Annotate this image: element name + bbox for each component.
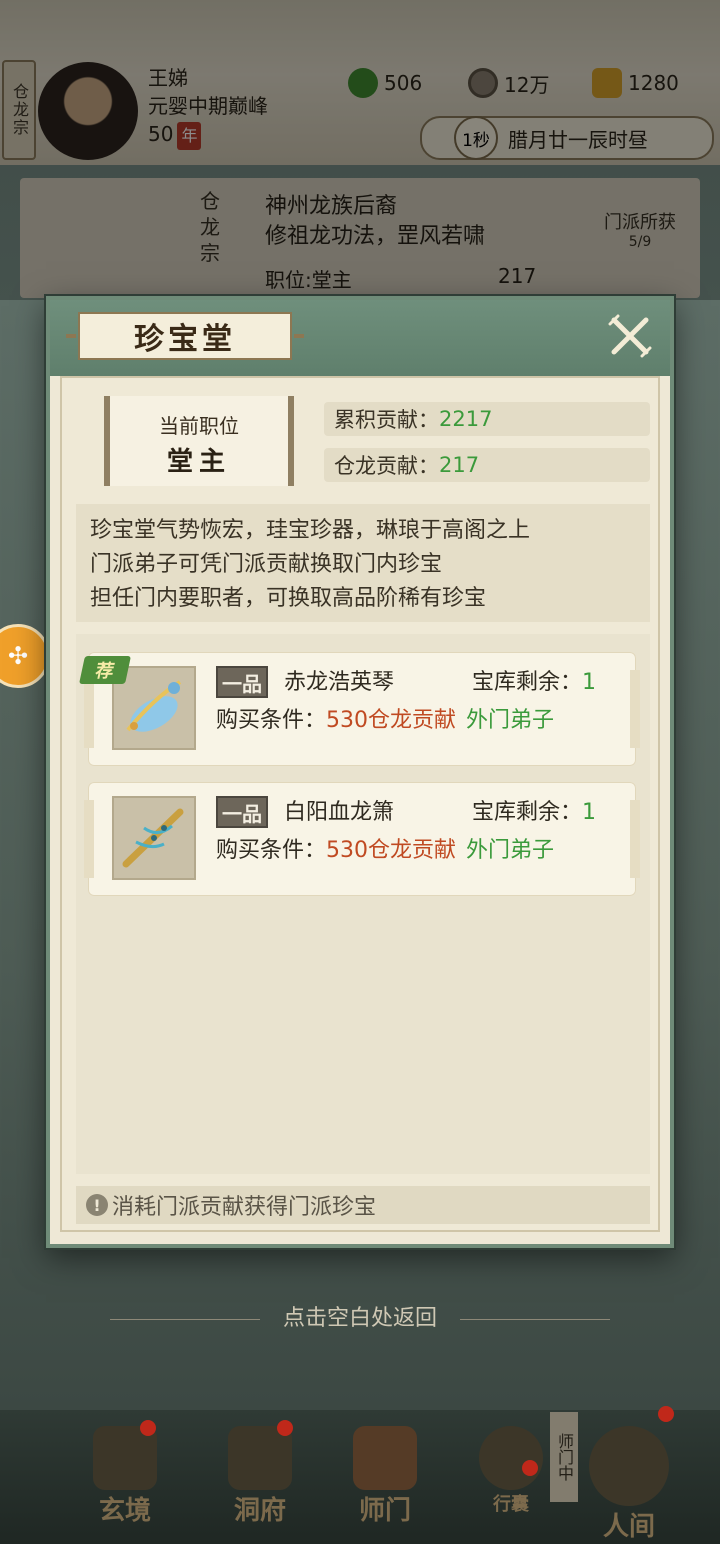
treasure-item[interactable]: 一品 白阳血龙箫 宝库剩余：1 购买条件：530仓龙贡献 外门弟子	[84, 782, 640, 896]
qin-instrument-icon	[126, 680, 182, 732]
game-date: 腊月廿一辰时昼	[508, 127, 648, 152]
sect-gain-count: 5/9	[628, 234, 652, 250]
sect-line-1: 神州龙族后裔	[265, 194, 398, 219]
resource-coin-value: 12万	[504, 72, 550, 97]
description-line-3: 担任门内要职者，可换取高品阶稀有珍宝	[90, 586, 487, 611]
treasure-item[interactable]: 荐 一品 赤龙浩英琴 宝库剩余：1 购买条件：530仓龙贡献 外门弟子	[79, 652, 640, 766]
player-avatar[interactable]	[38, 62, 138, 160]
stat-sect-label: 仓龙贡献：	[334, 454, 439, 478]
description-line-2: 门派弟子可凭门派贡献换取门内珍宝	[90, 552, 443, 577]
item-condition: 购买条件：530仓龙贡献 外门弟子	[216, 832, 554, 864]
player-name: 王娣	[148, 66, 188, 90]
current-position-plaque: 当前职位 堂主	[104, 396, 294, 486]
bottom-nav: 玄境 洞府 师门 行囊 人间	[0, 1406, 720, 1544]
condition-label: 购买条件：	[216, 838, 327, 863]
close-button[interactable]	[604, 310, 656, 362]
stock-label: 宝库剩余：	[472, 800, 583, 825]
landscape-icon	[589, 1426, 669, 1506]
sect-currency: 217	[498, 264, 537, 288]
exclamation-icon: !	[86, 1194, 108, 1216]
hall-description: 珍宝堂气势恢宏，珪宝珍器，琳琅于高阁之上 门派弟子可凭门派贡献换取门内珍宝 担任…	[76, 504, 650, 622]
resource-ingot[interactable]: 1280	[592, 68, 679, 98]
nav-renjian-label: 人间	[602, 1512, 655, 1542]
sect-line-2: 修祖龙功法，罡风若啸	[265, 224, 486, 249]
time-bar[interactable]: 1秒 腊月廿一辰时昼	[420, 116, 714, 160]
condition-rank: 外门弟子	[466, 708, 555, 733]
nav-shimen[interactable]: 师门	[330, 1420, 440, 1530]
stock-label: 宝库剩余：	[472, 670, 583, 695]
gamepad-icon: ✣	[7, 642, 29, 670]
sect-info-card: 仓龙宗 神州龙族后裔 修祖龙功法，罡风若啸 门派所获 5/9 职位:堂主 217	[20, 178, 700, 298]
sect-gain[interactable]: 门派所获 5/9	[604, 208, 676, 250]
item-condition: 购买条件：530仓龙贡献 外门弟子	[216, 702, 554, 734]
stock-value: 1	[582, 800, 597, 825]
condition-label: 购买条件：	[216, 708, 327, 733]
return-hint-text: 点击空白处返回	[282, 1306, 437, 1331]
nav-xuanjing-label: 玄境	[98, 1496, 151, 1526]
modal-body: 当前职位 堂主 累积贡献： 2217 仓龙贡献： 217 珍宝堂气势恢宏，珪宝珍…	[60, 376, 660, 1232]
tip-text: 消耗门派贡献获得门派珍宝	[112, 1195, 377, 1220]
condition-cost: 530仓龙贡献	[326, 838, 457, 863]
jade-leaf-icon	[348, 68, 378, 98]
description-line-1: 珍宝堂气势恢宏，珪宝珍器，琳琅于高阁之上	[90, 518, 531, 543]
sect-description: 神州龙族后裔 修祖龙功法，罡风若啸	[265, 192, 485, 252]
nav-dongfu[interactable]: 洞府	[205, 1420, 315, 1530]
item-thumbnail[interactable]	[112, 796, 196, 880]
sect-gain-label: 门派所获	[604, 212, 676, 233]
current-position-value: 堂主	[166, 447, 231, 477]
player-age-value: 50	[148, 122, 174, 146]
close-icon	[608, 314, 652, 358]
nav-dongfu-label: 洞府	[233, 1496, 286, 1526]
stat-total-label: 累积贡献：	[334, 408, 439, 432]
notification-dot	[277, 1420, 293, 1436]
item-name: 赤龙浩英琴	[284, 670, 395, 695]
time-speed-button[interactable]: 1秒	[454, 116, 498, 160]
sect-vertical-name: 仓龙宗	[200, 189, 220, 265]
sect-position: 职位:堂主	[265, 268, 352, 292]
stat-sect-contribution: 仓龙贡献： 217	[324, 448, 650, 482]
modal-header: 珍宝堂	[50, 300, 670, 376]
coin-icon	[468, 68, 498, 98]
banner-icon	[353, 1426, 417, 1490]
resource-coin[interactable]: 12万	[468, 68, 549, 98]
ingot-icon	[592, 68, 622, 98]
nav-renjian[interactable]: 人间	[574, 1406, 684, 1542]
stat-total-contribution: 累积贡献： 2217	[324, 402, 650, 436]
resource-jade-value: 506	[384, 71, 423, 95]
item-grade: 一品	[216, 666, 268, 698]
return-hint[interactable]: 点击空白处返回	[0, 1300, 720, 1332]
condition-cost: 530仓龙贡献	[326, 708, 457, 733]
sect-tag[interactable]: 仓龙宗	[2, 60, 36, 160]
item-stock: 宝库剩余：1	[472, 794, 596, 826]
treasure-hall-modal: 珍宝堂 当前职位 堂主 累积贡献： 2217 仓龙贡献： 217 珍宝堂气势恢宏…	[46, 296, 674, 1248]
stat-sect-value: 217	[439, 453, 480, 477]
notification-dot	[522, 1460, 538, 1476]
hall-tip: ! 消耗门派贡献获得门派珍宝	[76, 1186, 650, 1224]
treasure-list[interactable]: 荐 一品 赤龙浩英琴 宝库剩余：1 购买条件：530仓龙贡献 外门弟子 一品 白…	[76, 634, 650, 1174]
item-stock: 宝库剩余：1	[472, 664, 596, 696]
mentor-status-badge: 师门中	[550, 1412, 578, 1502]
resource-jade[interactable]: 506	[348, 68, 422, 98]
stock-value: 1	[582, 670, 597, 695]
recommended-badge: 荐	[79, 656, 131, 684]
item-grade: 一品	[216, 796, 268, 828]
player-realm: 元婴中期巅峰	[148, 94, 268, 118]
nav-xuanjing[interactable]: 玄境	[70, 1420, 180, 1530]
xiao-flute-icon	[122, 808, 184, 868]
resource-ingot-value: 1280	[628, 71, 679, 95]
bag-icon	[479, 1426, 543, 1490]
age-unit: 年	[177, 122, 202, 150]
notification-dot	[658, 1406, 674, 1422]
nav-shimen-label: 师门	[358, 1496, 411, 1526]
player-info: 王娣 元婴中期巅峰 50 年	[148, 64, 268, 150]
condition-rank: 外门弟子	[466, 838, 555, 863]
player-age: 50 年	[148, 120, 268, 150]
stat-total-value: 2217	[439, 407, 493, 431]
current-position-label: 当前职位	[159, 414, 239, 438]
notification-dot	[140, 1420, 156, 1436]
modal-title: 珍宝堂	[66, 312, 304, 360]
item-name: 白阳血龙箫	[284, 800, 395, 825]
